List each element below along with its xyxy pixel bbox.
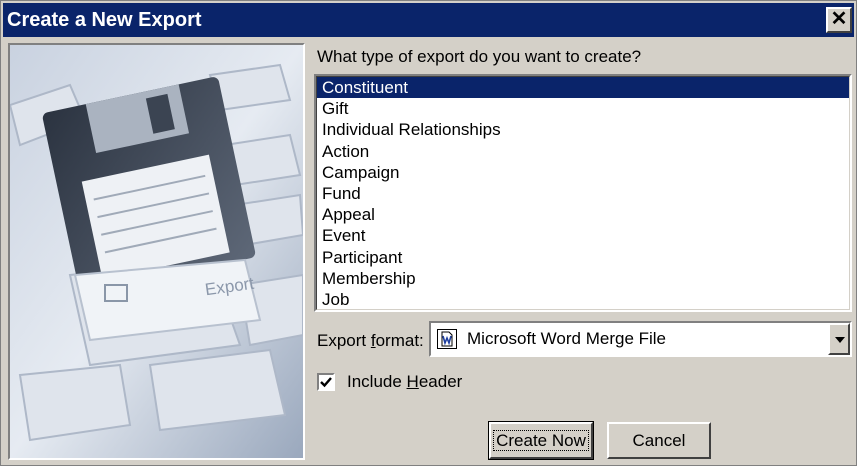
export-format-value: Microsoft Word Merge File — [467, 329, 667, 348]
list-item[interactable]: Membership — [317, 268, 849, 289]
list-item[interactable]: Appeal — [317, 204, 849, 225]
export-type-prompt: What type of export do you want to creat… — [317, 47, 642, 66]
create-export-dialog: Create a New Export ✕ Export What type o… — [0, 0, 857, 466]
create-now-button[interactable]: Create Now — [488, 421, 594, 460]
export-illustration: Export — [8, 43, 305, 460]
export-type-list[interactable]: Constituent Gift Individual Relationship… — [314, 74, 852, 312]
include-header-label-post: eader — [418, 372, 463, 391]
dialog-title: Create a New Export — [7, 9, 202, 31]
export-format-select[interactable]: Microsoft Word Merge File — [429, 321, 852, 357]
list-item[interactable]: Action — [317, 141, 849, 162]
word-document-icon — [437, 329, 457, 349]
include-header-checkbox[interactable] — [317, 373, 335, 391]
floppy-keyboard-illustration — [10, 45, 303, 458]
list-item[interactable]: Event — [317, 225, 849, 246]
list-item[interactable]: Constituent — [317, 77, 849, 99]
export-format-label-post: ormat: — [375, 331, 424, 350]
title-bar[interactable]: Create a New Export ✕ — [3, 3, 854, 37]
include-header-label[interactable]: Include Header — [347, 372, 462, 392]
list-item[interactable]: Gift — [317, 98, 849, 119]
chevron-down-icon[interactable] — [828, 323, 850, 355]
list-item[interactable]: Job — [317, 289, 849, 310]
cancel-button[interactable]: Cancel — [607, 422, 711, 459]
export-format-label-pre: Export — [317, 331, 371, 350]
list-item[interactable]: Campaign — [317, 162, 849, 183]
list-item[interactable]: Individual Relationships — [317, 119, 849, 140]
create-now-button-label: Create Now — [493, 430, 589, 451]
close-button[interactable]: ✕ — [826, 7, 852, 33]
list-item[interactable]: Participant — [317, 247, 849, 268]
export-format-label: Export format: — [317, 331, 424, 351]
include-header-label-pre: Include — [347, 372, 407, 391]
list-item[interactable]: Fund — [317, 183, 849, 204]
checkmark-icon — [320, 377, 332, 388]
include-header-label-accel: H — [406, 372, 419, 391]
